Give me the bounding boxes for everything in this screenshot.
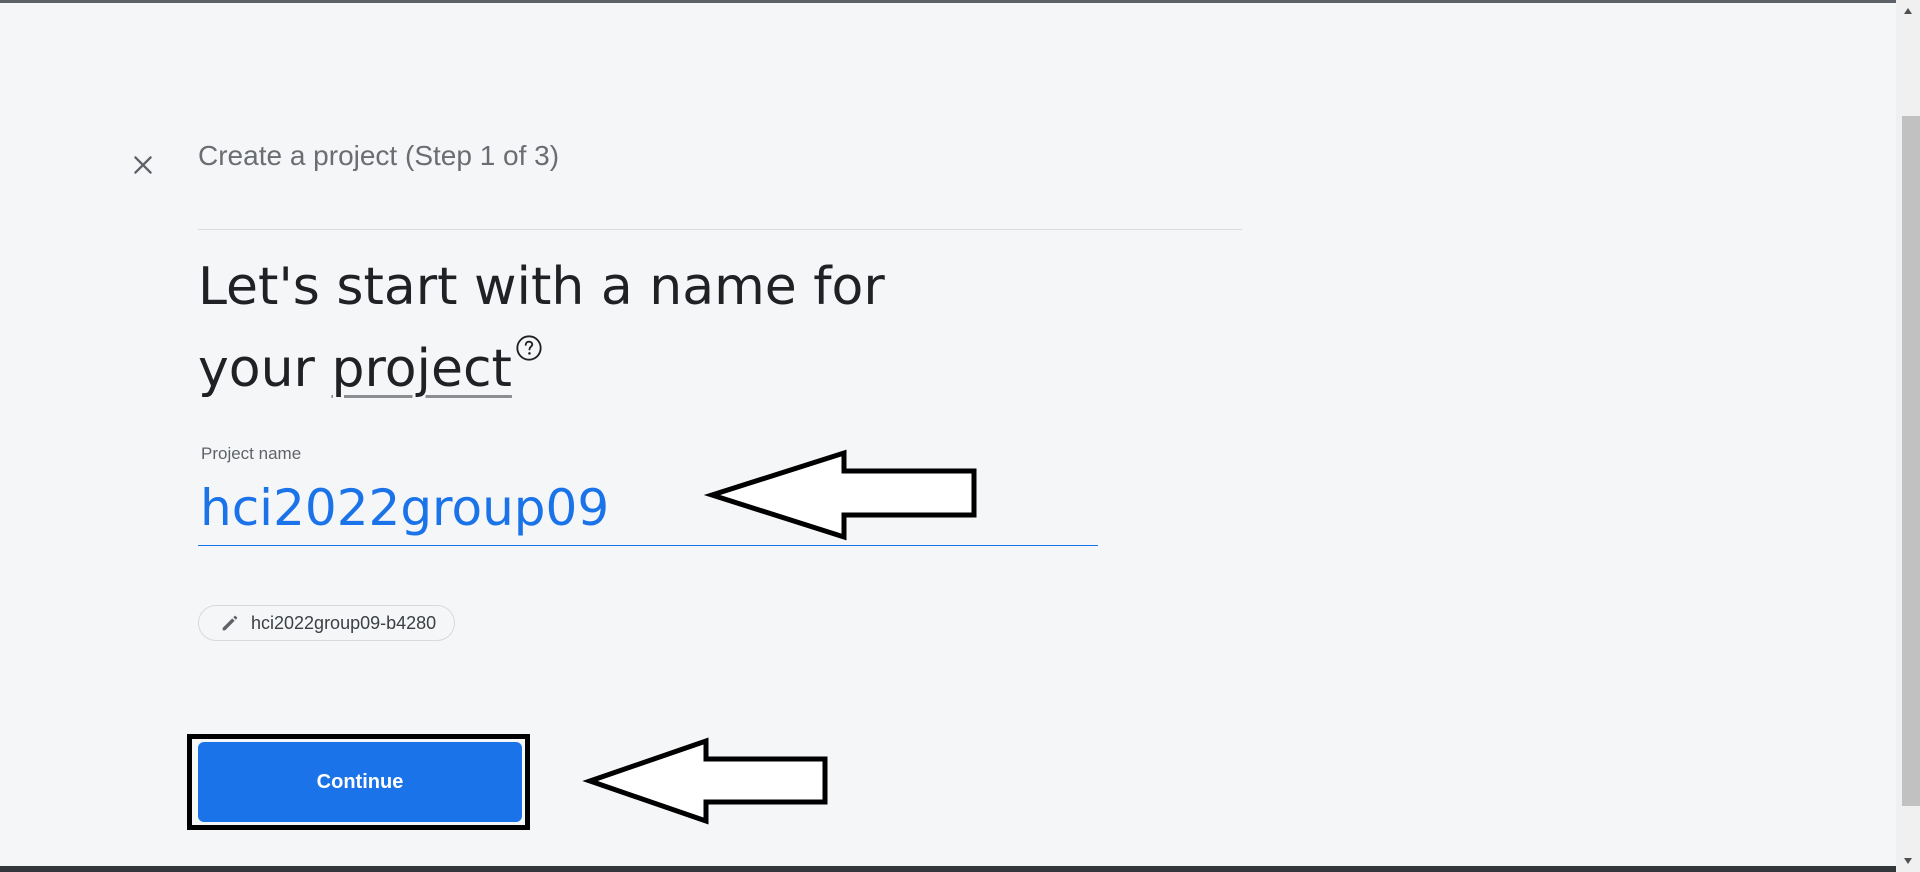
step-title: Create a project (Step 1 of 3) (198, 140, 560, 171)
scroll-down-arrow-icon (1904, 858, 1912, 864)
scroll-up-arrow-icon (1904, 8, 1912, 14)
project-name-label: Project name (201, 444, 302, 463)
annotation-arrow-continue (582, 737, 828, 825)
pencil-icon (222, 615, 238, 631)
project-term-link[interactable]: project (331, 339, 511, 399)
bottom-taskbar-strip (0, 866, 1896, 872)
scroll-up-button[interactable] (1896, 2, 1920, 20)
vertical-scrollbar[interactable] (1896, 0, 1920, 872)
window-top-border (0, 0, 1920, 3)
page-heading: Let's start with a name for your project (198, 246, 958, 410)
close-button[interactable] (120, 142, 166, 188)
help-circle-icon[interactable] (515, 334, 543, 362)
project-id-chip[interactable]: hci2022group09-b4280 (198, 605, 456, 641)
project-id-text: hci2022group09-b4280 (251, 612, 437, 633)
page: Create a project (Step 1 of 3) Let's sta… (0, 0, 1920, 872)
scrollbar-thumb[interactable] (1902, 116, 1920, 806)
annotation-arrow-input (703, 449, 977, 541)
close-icon (134, 156, 152, 174)
scroll-down-button[interactable] (1896, 852, 1920, 870)
header-divider (198, 229, 1242, 230)
continue-button[interactable]: Continue (198, 742, 522, 822)
heading-text: Let's start with a name for your (198, 257, 885, 399)
